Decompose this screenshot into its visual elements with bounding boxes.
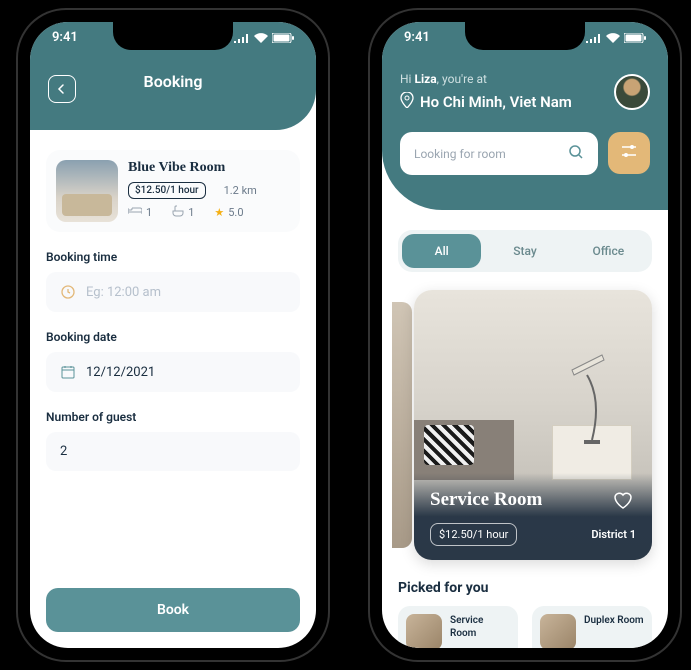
sliders-icon [620,142,638,164]
lamp-graphic [562,350,612,450]
tab-all[interactable]: All [402,234,481,268]
bath-icon [172,205,184,220]
pick-thumbnail [406,614,442,648]
filter-button[interactable] [608,132,650,174]
search-placeholder: Looking for room [414,147,506,161]
book-button[interactable]: Book [46,588,300,632]
favorite-button[interactable] [610,487,636,513]
category-tabs: All Stay Office [398,230,652,272]
calendar-icon [60,364,76,380]
pick-name: Duplex Room [584,614,644,627]
feature-card-peek[interactable] [392,302,412,548]
room-thumbnail [56,160,118,222]
guest-label: Number of guest [46,410,300,424]
avatar[interactable] [614,74,650,110]
bed-count: 1 [146,206,152,219]
status-indicators [234,30,294,45]
guest-value: 2 [60,444,67,459]
room-distance: 1.2 km [224,184,257,197]
star-icon: ★ [214,206,224,219]
date-label: Booking date [46,330,300,344]
back-button[interactable] [48,75,76,103]
tab-office[interactable]: Office [569,234,648,268]
feature-location: District 1 [591,528,636,541]
tab-stay[interactable]: Stay [485,234,564,268]
status-indicators [586,30,646,45]
pin-icon [400,92,414,112]
search-icon [568,144,584,163]
clock-icon [60,284,76,300]
room-price: $12.50/1 hour [128,182,206,199]
pick-name: Service Room [450,614,510,640]
greeting: Hi Liza, you're at [400,72,650,86]
location-row[interactable]: Ho Chi Minh, Viet Nam [400,92,650,112]
room-summary-card: Blue Vibe Room $12.50/1 hour 1.2 km 1 1 [46,150,300,232]
bath-count: 1 [188,206,194,219]
status-time: 9:41 [404,30,430,45]
bed-icon [128,206,142,219]
search-input[interactable]: Looking for room [400,132,598,175]
time-label: Booking time [46,250,300,264]
feature-title: Service Room [430,489,542,511]
pick-card[interactable]: Service Room [398,606,518,648]
time-input[interactable]: Eg: 12:00 am [46,272,300,312]
status-time: 9:41 [52,30,78,45]
date-input[interactable]: 12/12/2021 [46,352,300,392]
location-text: Ho Chi Minh, Viet Nam [420,93,572,111]
time-placeholder: Eg: 12:00 am [86,285,161,300]
feature-price: $12.50/1 hour [430,523,517,546]
feature-card[interactable]: Service Room $12.50/1 hour District 1 [414,290,652,560]
date-value: 12/12/2021 [86,365,155,380]
guest-input[interactable]: 2 [46,432,300,471]
room-name: Blue Vibe Room [128,160,290,176]
room-rating: 5.0 [228,206,243,219]
pick-card[interactable]: Duplex Room [532,606,652,648]
pick-thumbnail [540,614,576,648]
section-title: Picked for you [398,580,652,596]
